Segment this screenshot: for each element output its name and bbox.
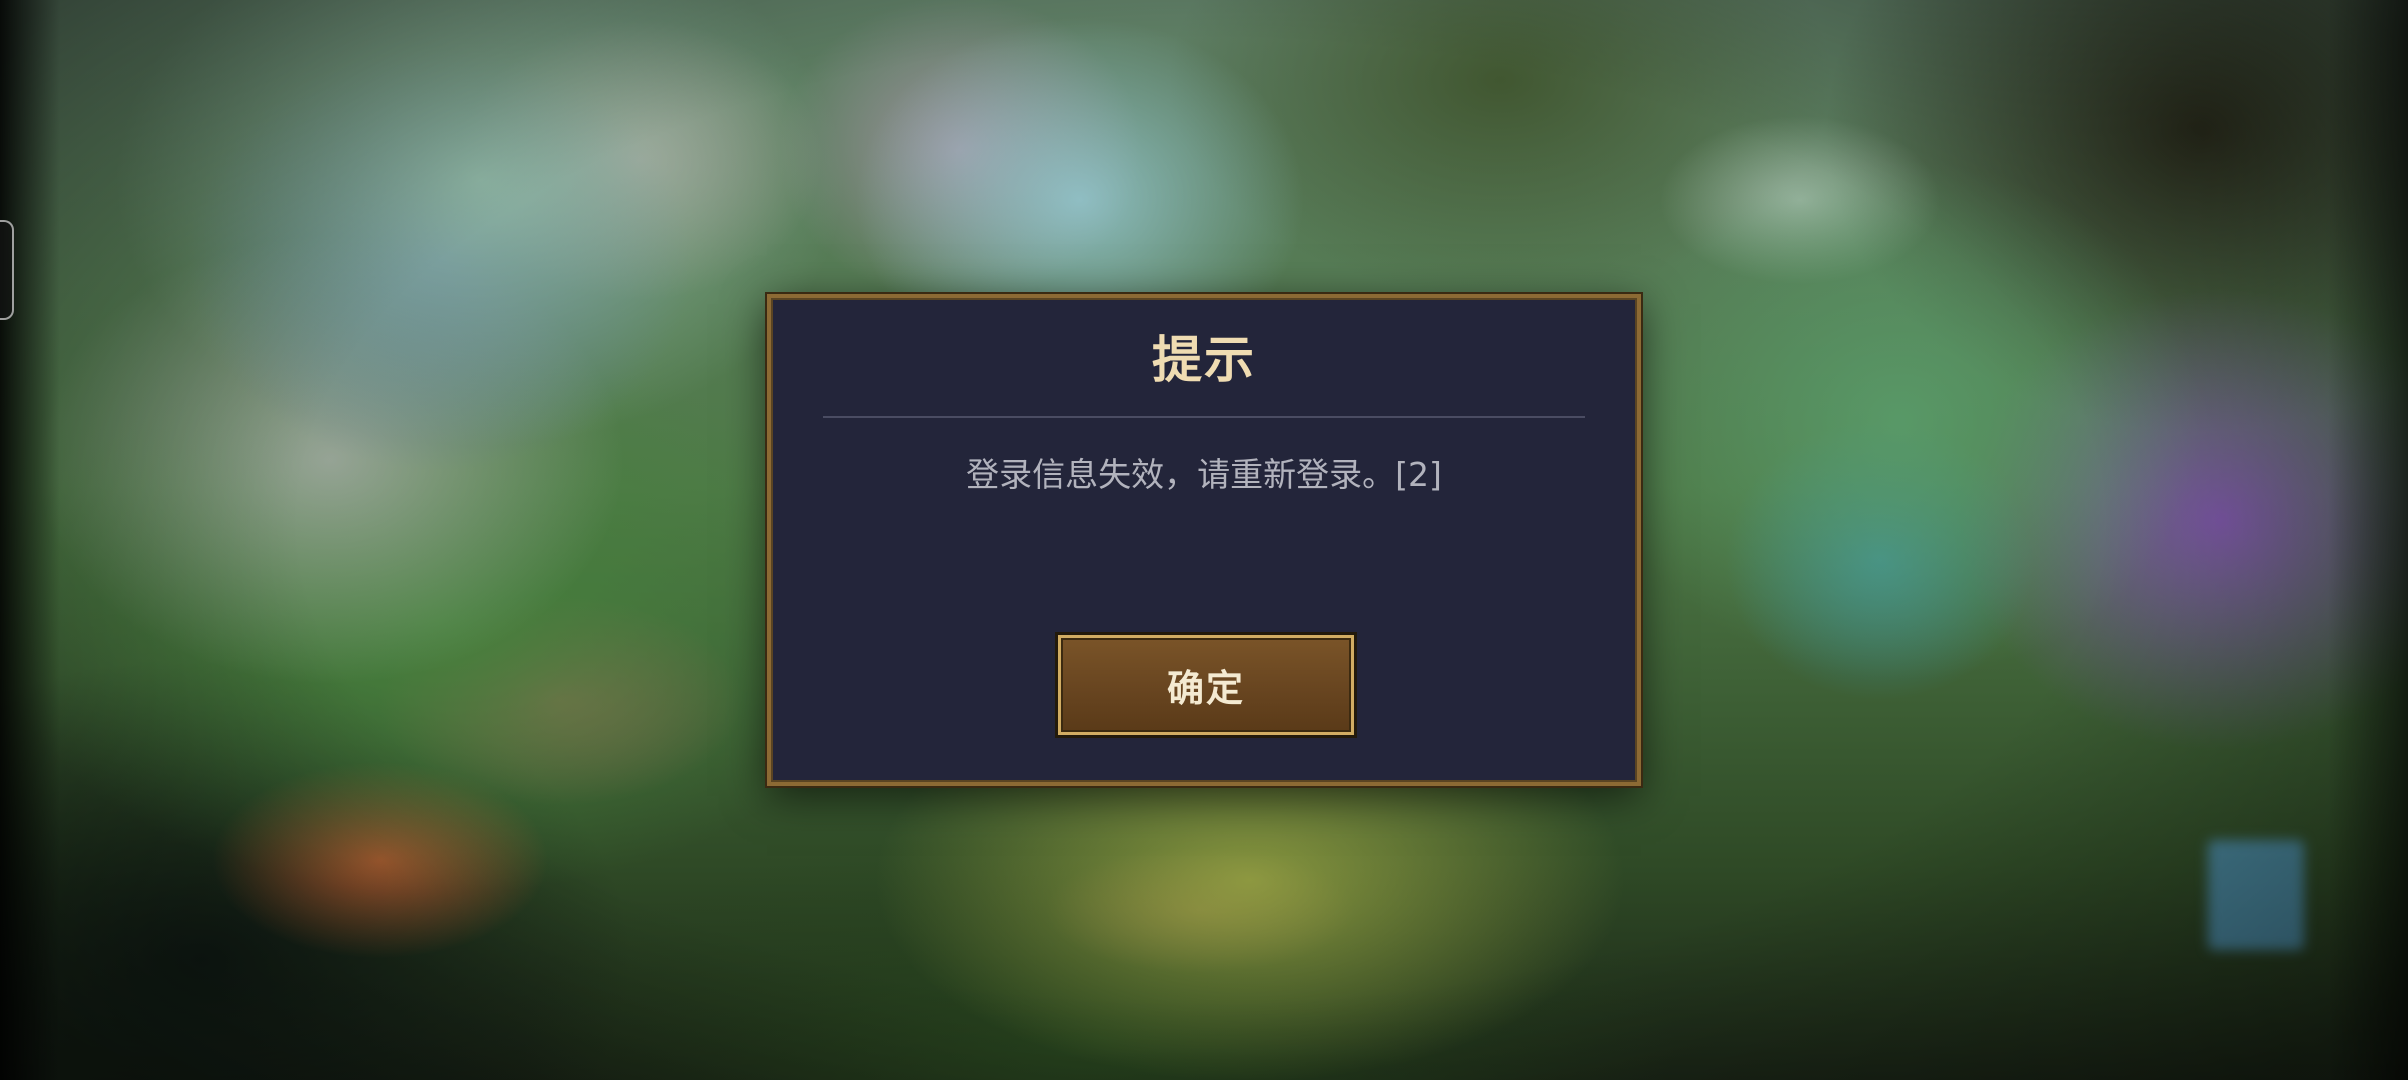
dialog-title: 提示	[1152, 331, 1256, 389]
confirm-button[interactable]: 确定	[1058, 635, 1354, 735]
side-panel-handle[interactable]	[0, 220, 14, 320]
dialog-divider	[823, 416, 1585, 418]
login-expired-dialog: 提示 登录信息失效，请重新登录。[2] 确定	[767, 294, 1641, 786]
confirm-button-label: 确定	[1167, 667, 1245, 710]
game-screen: 提示 登录信息失效，请重新登录。[2] 确定	[0, 0, 2408, 1080]
dialog-message: 登录信息失效，请重新登录。[2]	[966, 455, 1442, 494]
